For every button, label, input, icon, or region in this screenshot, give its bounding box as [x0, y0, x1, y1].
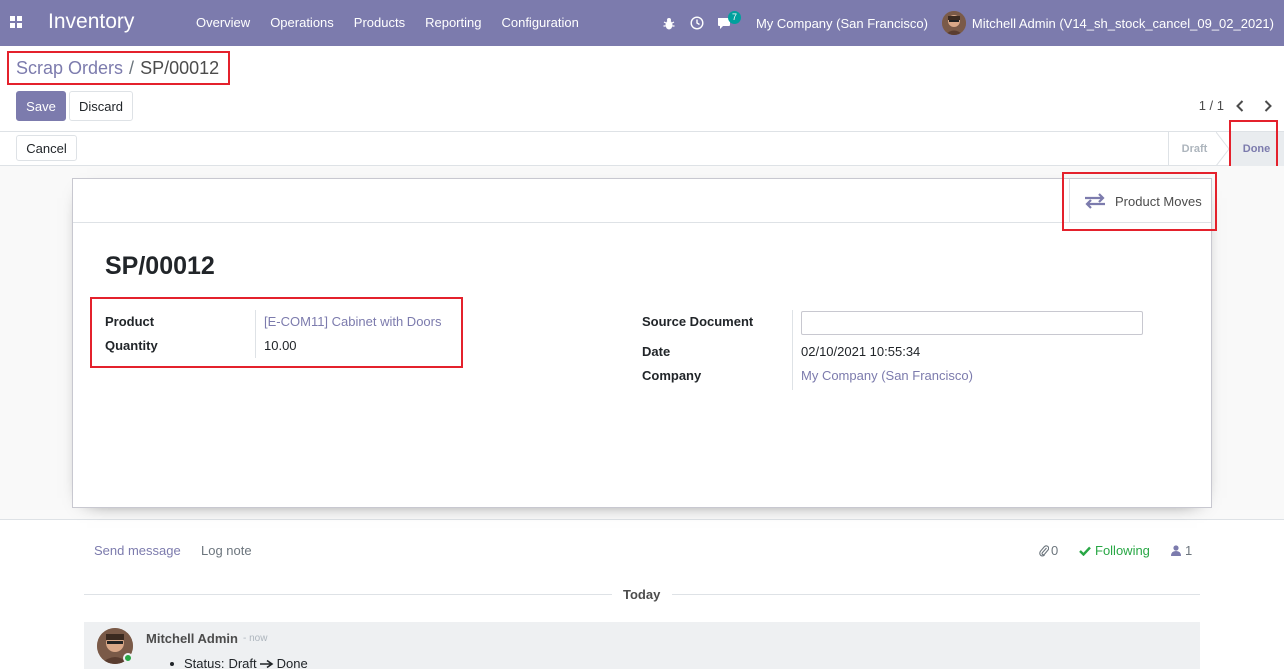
- send-message-button[interactable]: Send message: [94, 543, 181, 558]
- systray: 7 My Company (San Francisco) Mitchell Ad…: [655, 0, 1284, 46]
- followers-button[interactable]: 1: [1171, 543, 1192, 558]
- status-draft[interactable]: Draft: [1168, 132, 1220, 166]
- menu-configuration[interactable]: Configuration: [491, 0, 588, 46]
- clock-icon[interactable]: [683, 0, 711, 46]
- record-title: SP/00012: [105, 252, 215, 280]
- tracking-value-item: Status: Draft Done: [170, 656, 308, 669]
- tracking-field-name: Status:: [184, 656, 225, 669]
- user-icon: [1171, 545, 1181, 556]
- right-group-divider: [792, 310, 793, 390]
- menu-overview[interactable]: Overview: [186, 0, 260, 46]
- messages-count-badge: 7: [727, 11, 741, 24]
- top-navbar: Inventory Overview Operations Products R…: [0, 0, 1284, 46]
- date-value: 02/10/2021 10:55:34: [801, 344, 921, 359]
- date-separator-line-right: [672, 594, 1200, 595]
- cancel-button[interactable]: Cancel: [16, 135, 77, 161]
- followers-count: 1: [1185, 543, 1193, 558]
- product-moves-highlight-box: [1062, 172, 1217, 231]
- message-author[interactable]: Mitchell Admin: [146, 631, 238, 646]
- company-value[interactable]: My Company (San Francisco): [801, 368, 973, 383]
- product-quantity-highlight-box: [90, 297, 463, 368]
- user-avatar: [941, 11, 966, 35]
- messages-icon[interactable]: 7: [711, 0, 741, 46]
- pager-value[interactable]: 1 / 1: [1199, 98, 1224, 113]
- app-brand[interactable]: Inventory: [48, 10, 134, 34]
- following-button[interactable]: Following: [1079, 543, 1150, 558]
- status-arrow-icon: [1216, 132, 1230, 166]
- attachments-count: 0: [1051, 543, 1059, 558]
- company-switcher[interactable]: My Company (San Francisco): [739, 16, 942, 31]
- pager-next-icon[interactable]: [1258, 96, 1278, 116]
- menu-operations[interactable]: Operations: [260, 0, 344, 46]
- user-menu[interactable]: Mitchell Admin (V14_sh_stock_cancel_09_0…: [941, 11, 1284, 35]
- paperclip-icon: [1039, 545, 1049, 557]
- tracking-old-value: Draft: [228, 656, 257, 669]
- control-panel: Scrap Orders / SP/00012 Save Discard 1 /…: [0, 46, 1284, 132]
- bug-icon[interactable]: [655, 0, 683, 46]
- user-name: Mitchell Admin (V14_sh_stock_cancel_09_0…: [971, 15, 1274, 31]
- source-document-label: Source Document: [642, 314, 754, 329]
- message-time: - now: [243, 633, 268, 644]
- statusbar: Cancel Draft Done: [0, 132, 1284, 166]
- save-button[interactable]: Save: [16, 91, 66, 121]
- following-label: Following: [1095, 543, 1150, 558]
- online-status-icon: [123, 653, 133, 663]
- chatter-message: Mitchell Admin - now Status: Draft Done: [84, 622, 1200, 669]
- pager-previous-icon[interactable]: [1230, 96, 1250, 116]
- discard-button[interactable]: Discard: [69, 91, 133, 121]
- date-separator-line-left: [84, 594, 612, 595]
- apps-menu-icon[interactable]: [10, 16, 24, 28]
- tracking-new-value: Done: [276, 656, 308, 669]
- attachments-button[interactable]: 0: [1039, 543, 1058, 558]
- arrow-right-icon: [259, 659, 274, 668]
- log-note-button[interactable]: Log note: [201, 543, 252, 558]
- breadcrumb-highlight-box: [7, 51, 230, 85]
- source-document-input[interactable]: [801, 311, 1143, 335]
- date-separator-label: Today: [623, 587, 661, 602]
- smart-button-box: Product Moves: [73, 179, 1211, 223]
- menu-reporting[interactable]: Reporting: [415, 0, 491, 46]
- main-menu: Overview Operations Products Reporting C…: [186, 0, 589, 46]
- bullet-icon: [170, 661, 174, 666]
- company-label: Company: [642, 368, 702, 383]
- check-icon: [1079, 546, 1091, 556]
- date-label: Date: [642, 344, 671, 359]
- menu-products[interactable]: Products: [344, 0, 415, 46]
